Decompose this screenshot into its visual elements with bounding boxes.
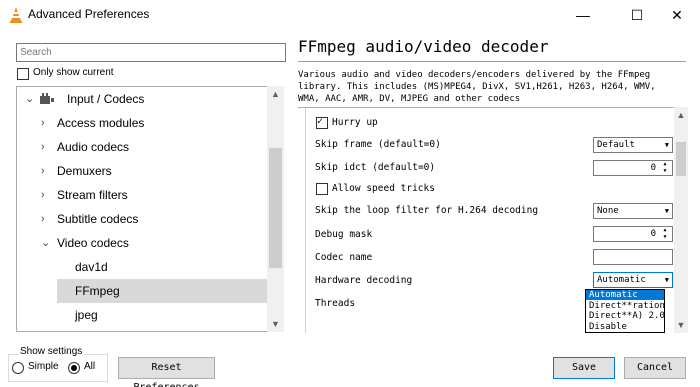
hurry-up-label: Hurry up: [332, 117, 378, 128]
debug-mask-spinbox[interactable]: 0 ▲ ▼: [593, 226, 673, 242]
spin-up-icon[interactable]: ▲: [663, 161, 666, 167]
preferences-tree: ⌄ Input / Codecs › Access modules › Audi…: [16, 86, 284, 332]
skip-loop-filter-value: None: [597, 206, 619, 216]
spin-down-icon[interactable]: ▼: [663, 168, 666, 174]
allow-speed-tricks-checkbox[interactable]: [316, 183, 328, 195]
tree-item-jpeg[interactable]: jpeg: [17, 303, 269, 327]
dropdown-option-direct-va-2[interactable]: Direct**A) 2.0: [586, 311, 664, 321]
skip-loop-filter-label: Skip the loop filter for H.264 decoding: [315, 205, 539, 216]
simple-radio-label: Simple: [28, 361, 59, 372]
title-divider: [298, 61, 686, 62]
threads-label: Threads: [315, 298, 356, 309]
codec-name-input[interactable]: [593, 249, 673, 265]
scroll-up-arrow-icon[interactable]: ▲: [674, 107, 688, 123]
chevron-down-icon: ▼: [664, 207, 669, 215]
tree-item-label: Video codecs: [57, 236, 129, 250]
only-show-current-label: Only show current: [33, 67, 114, 78]
tree-item-ffmpeg[interactable]: FFmpeg: [57, 279, 269, 303]
title-bar: Advanced Preferences — ☐ ✕: [0, 0, 700, 30]
chevron-right-icon: ›: [41, 213, 45, 225]
chevron-down-icon: ⌄: [41, 237, 51, 249]
tree-item-label: Subtitle codecs: [57, 212, 139, 226]
tree-item-subtitle-codecs[interactable]: › Subtitle codecs: [17, 207, 269, 231]
vlc-cone-icon: [10, 7, 22, 23]
tree-item-label: Stream filters: [57, 188, 128, 202]
spin-up-icon[interactable]: ▲: [663, 227, 666, 233]
scrollbar-thumb[interactable]: [269, 148, 282, 268]
tree-item-demuxers[interactable]: › Demuxers: [17, 159, 269, 183]
dropdown-option-automatic[interactable]: Automatic: [586, 290, 664, 300]
tree-scrollbar[interactable]: ▲ ▼: [267, 86, 284, 332]
dropdown-option-direct-acceleration[interactable]: Direct**ration: [586, 301, 664, 311]
spin-down-icon[interactable]: ▼: [663, 234, 666, 240]
hurry-up-checkbox[interactable]: ✓: [316, 116, 328, 129]
close-button[interactable]: ✕: [654, 0, 700, 30]
module-description: Various audio and video decoders/encoder…: [298, 70, 656, 104]
checkmark-icon: ✓: [317, 116, 324, 127]
hardware-decoding-select[interactable]: Automatic ▼: [593, 272, 673, 288]
reset-preferences-button[interactable]: Reset Preferences: [118, 357, 215, 387]
tree-item-label: FFmpeg: [75, 284, 120, 298]
all-radio[interactable]: [68, 362, 80, 374]
chevron-right-icon: ›: [41, 189, 45, 201]
tree-item-stream-filters[interactable]: › Stream filters: [17, 183, 269, 207]
tree-item-label: dav1d: [75, 260, 108, 274]
radio-selected-dot: [71, 365, 77, 371]
spin-arrows-icon[interactable]: ▲ ▼: [661, 227, 669, 241]
save-button[interactable]: Save: [553, 357, 615, 379]
codec-name-label: Codec name: [315, 252, 373, 263]
dropdown-option-disable[interactable]: Disable: [586, 322, 664, 332]
input-codecs-icon: [40, 93, 54, 104]
chevron-right-icon: ›: [41, 141, 45, 153]
debug-mask-label: Debug mask: [315, 229, 373, 240]
skip-idct-label: Skip idct (default=0): [315, 162, 436, 173]
chevron-down-icon: ▼: [664, 141, 669, 149]
tree-item-label: jpeg: [75, 308, 98, 322]
scroll-down-arrow-icon[interactable]: ▼: [267, 316, 284, 332]
search-input[interactable]: Search: [16, 43, 286, 62]
tree-item-access-modules[interactable]: › Access modules: [17, 111, 269, 135]
skip-loop-filter-select[interactable]: None ▼: [593, 203, 673, 219]
all-radio-label: All: [84, 361, 96, 372]
allow-speed-tricks-label: Allow speed tricks: [332, 183, 435, 194]
skip-idct-value: 0: [650, 163, 656, 173]
skip-frame-select[interactable]: Default ▼: [593, 137, 673, 153]
scrollbar-thumb[interactable]: [676, 142, 686, 176]
skip-idct-spinbox[interactable]: 0 ▲ ▼: [593, 160, 673, 176]
hardware-decoding-label: Hardware decoding: [315, 275, 413, 286]
tree-item-video-codecs[interactable]: ⌄ Video codecs: [17, 231, 269, 255]
module-title: FFmpeg audio/video decoder: [298, 37, 549, 56]
tree-item-dav1d[interactable]: dav1d: [17, 255, 269, 279]
tree-item-audio-codecs[interactable]: › Audio codecs: [17, 135, 269, 159]
tree-item-label: Access modules: [57, 116, 145, 130]
scroll-down-arrow-icon[interactable]: ▼: [674, 317, 688, 333]
chevron-down-icon: ▼: [664, 276, 669, 284]
show-settings-label: Show settings: [18, 346, 85, 357]
window-title: Advanced Preferences: [28, 7, 150, 21]
tree-item-label: Input / Codecs: [67, 92, 145, 106]
scroll-up-arrow-icon[interactable]: ▲: [267, 86, 284, 102]
chevron-down-icon: ⌄: [25, 93, 35, 105]
minimize-button[interactable]: —: [560, 0, 606, 30]
tree-item-label: Audio codecs: [57, 140, 130, 154]
hardware-decoding-value: Automatic: [597, 275, 646, 285]
settings-scrollbar[interactable]: ▲ ▼: [674, 107, 688, 333]
skip-frame-label: Skip frame (default=0): [315, 139, 441, 150]
chevron-right-icon: ›: [41, 165, 45, 177]
simple-radio[interactable]: [12, 362, 24, 374]
chevron-right-icon: ›: [41, 117, 45, 129]
only-show-current-checkbox[interactable]: [17, 68, 29, 80]
hardware-decoding-dropdown: Automatic Direct**ration Direct**A) 2.0 …: [585, 289, 665, 333]
debug-mask-value: 0: [650, 229, 656, 239]
skip-frame-value: Default: [597, 140, 635, 150]
spin-arrows-icon[interactable]: ▲ ▼: [661, 161, 669, 175]
cancel-button[interactable]: Cancel: [624, 357, 686, 379]
tree-item-label: Demuxers: [57, 164, 112, 178]
tree-item-input-codecs[interactable]: ⌄ Input / Codecs: [17, 87, 269, 111]
